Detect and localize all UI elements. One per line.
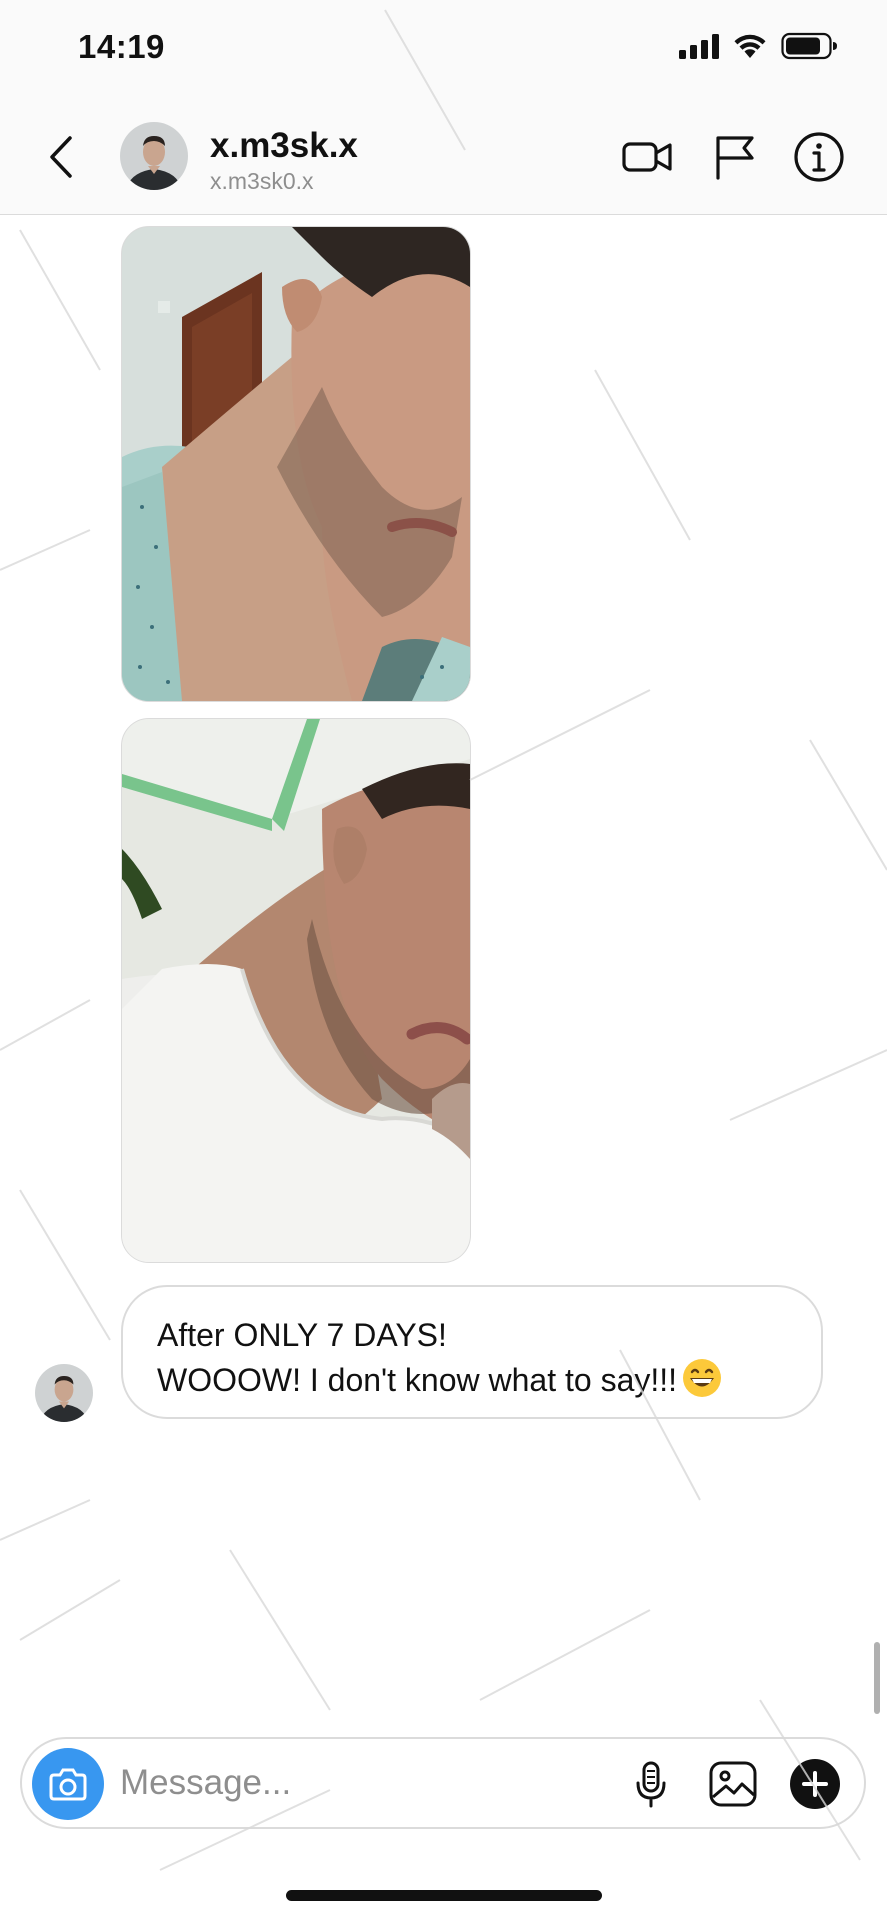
- wifi-icon: [734, 34, 766, 58]
- microphone-icon[interactable]: [622, 1755, 680, 1813]
- camera-icon: [49, 1768, 87, 1801]
- photo-message-1[interactable]: [121, 226, 471, 702]
- photo-message-2[interactable]: [121, 718, 471, 1263]
- flag-icon[interactable]: [706, 128, 764, 186]
- chat-subtitle: x.m3sk0.x: [210, 168, 314, 194]
- home-indicator[interactable]: [286, 1890, 602, 1901]
- chat-header: x.m3sk.x x.m3sk0.x: [0, 100, 887, 215]
- dm-screen: 14:19 x.m3sk.x x.m3sk0.x After ONLY 7 DA…: [0, 0, 887, 1920]
- avatar[interactable]: [120, 122, 188, 190]
- message-line-1: After ONLY 7 DAYS!: [157, 1317, 447, 1353]
- camera-button[interactable]: [32, 1748, 104, 1820]
- status-time: 14:19: [78, 28, 165, 65]
- sender-avatar[interactable]: [35, 1364, 93, 1422]
- signal-icon: [679, 33, 719, 59]
- back-arrow-icon[interactable]: [38, 130, 88, 184]
- battery-icon: [781, 32, 837, 60]
- scroll-indicator[interactable]: [874, 1642, 880, 1714]
- chat-username[interactable]: x.m3sk.x: [210, 126, 358, 166]
- message-bubble[interactable]: After ONLY 7 DAYS! WOOOW! I don't know w…: [121, 1285, 823, 1419]
- message-composer: [20, 1737, 866, 1829]
- gallery-icon[interactable]: [704, 1755, 762, 1813]
- video-call-icon[interactable]: [618, 128, 676, 186]
- plus-icon[interactable]: [786, 1755, 844, 1813]
- status-icons: [679, 32, 839, 60]
- status-bar: 14:19: [0, 0, 887, 100]
- message-line-2-text: WOOOW! I don't know what to say!!!: [157, 1362, 678, 1398]
- grinning-face-icon: [683, 1359, 722, 1397]
- message-line-2: WOOOW! I don't know what to say!!!: [157, 1357, 791, 1402]
- message-input[interactable]: [120, 1755, 500, 1811]
- info-icon[interactable]: [790, 128, 848, 186]
